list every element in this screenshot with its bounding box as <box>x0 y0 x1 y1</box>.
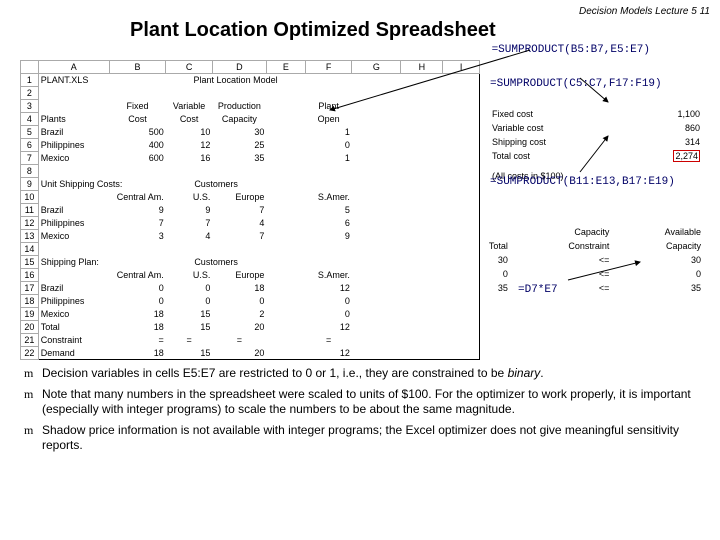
capacity-block: CapacityAvailable TotalConstraintCapacit… <box>456 224 706 296</box>
formula-sumproduct-top: =SUMPRODUCT(B5:B7,E5:E7) <box>10 44 710 56</box>
note-item: Note that many numbers in the spreadshee… <box>24 387 710 417</box>
lecture-notes: Decision variables in cells E5:E7 are re… <box>24 366 710 453</box>
colhdr: D <box>212 61 266 74</box>
table-row: 19Mexico181520 <box>21 308 480 321</box>
cost-summary: Fixed cost1,100 Variable cost860 Shippin… <box>486 106 706 184</box>
table-row: 11Brazil9975 <box>21 204 480 217</box>
formula-sumproduct-c5c7: =SUMPRODUCT(C5:C7,F17:F19) <box>490 78 662 90</box>
spreadsheet-area: A B C D E F G H I 1PLANT.XLSPlant Locati… <box>10 60 710 360</box>
table-row: 6Philippines40012250 <box>21 139 480 152</box>
table-row: 13Mexico3479 <box>21 230 480 243</box>
model-title: Plant Location Model <box>166 74 306 87</box>
colhdr: C <box>166 61 213 74</box>
note-item: Decision variables in cells E5:E7 are re… <box>24 366 710 381</box>
corner-cell <box>21 61 39 74</box>
total-cost-highlight: 2,274 <box>673 150 700 162</box>
table-row: 17Brazil001812 <box>21 282 480 295</box>
colhdr: E <box>266 61 305 74</box>
colhdr: B <box>109 61 166 74</box>
filename-cell: PLANT.XLS <box>38 74 109 87</box>
table-row: 12Philippines7746 <box>21 217 480 230</box>
cap-row: 30<=30 <box>458 254 704 266</box>
page-number: Decision Models Lecture 5 11 <box>10 6 710 17</box>
formula-sumproduct-b11e13: =SUMPRODUCT(B11:E13,B17:E19) <box>490 176 675 188</box>
colhdr: I <box>443 61 480 74</box>
colhdr: F <box>305 61 352 74</box>
spreadsheet-table: A B C D E F G H I 1PLANT.XLSPlant Locati… <box>20 60 480 360</box>
cap-row: 0<=0 <box>458 268 704 280</box>
page-title: Plant Location Optimized Spreadsheet <box>10 19 710 42</box>
formula-d7e7: =D7*E7 <box>518 284 558 296</box>
note-item: Shadow price information is not availabl… <box>24 423 710 453</box>
table-row: 5Brazil50010301 <box>21 126 480 139</box>
cap-row: 35<=35 <box>458 282 704 294</box>
colhdr: H <box>401 61 443 74</box>
table-row: 18Philippines0000 <box>21 295 480 308</box>
colhdr: G <box>352 61 401 74</box>
table-row: 7Mexico60016351 <box>21 152 480 165</box>
colhdr: A <box>38 61 109 74</box>
